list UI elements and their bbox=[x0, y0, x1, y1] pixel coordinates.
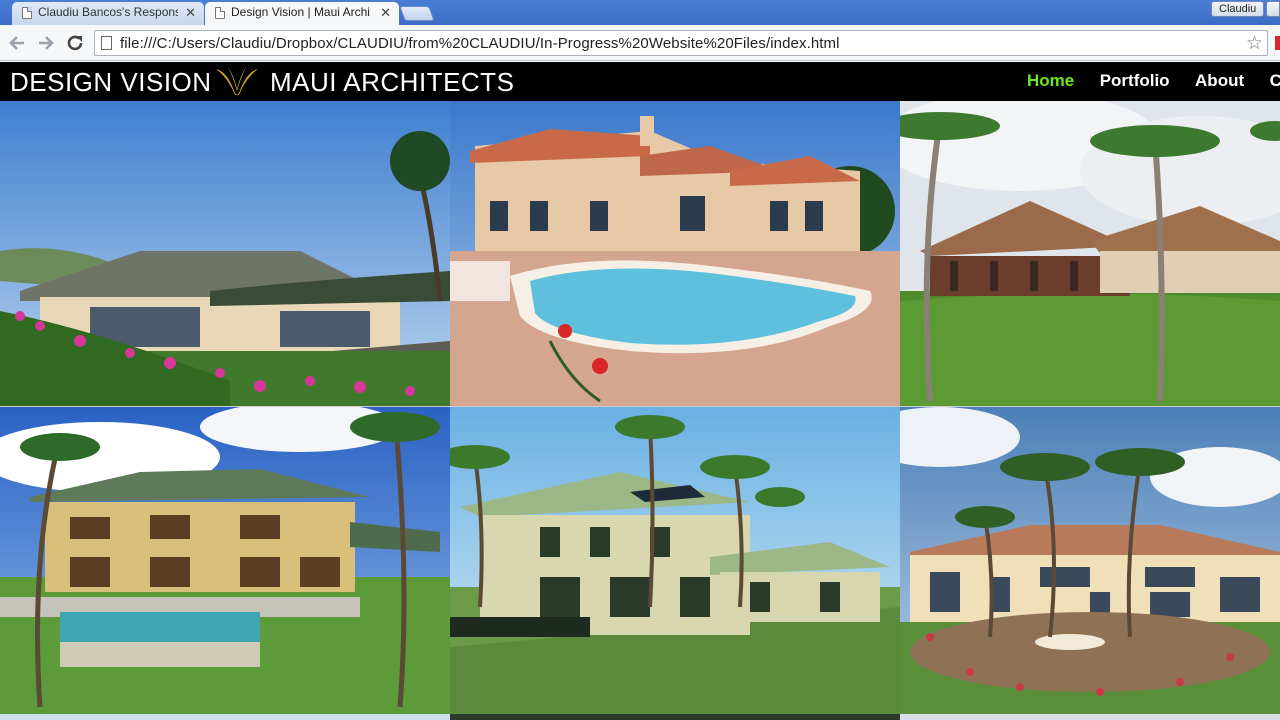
nav-home[interactable]: Home bbox=[1027, 71, 1074, 90]
tab-title: Claudiu Bancos's Responsi bbox=[38, 5, 178, 19]
main-nav: Home Portfolio About Co bbox=[1027, 71, 1280, 91]
browser-tab-1[interactable]: Claudiu Bancos's Responsi ✕ bbox=[12, 2, 204, 25]
back-arrow-icon[interactable] bbox=[6, 32, 28, 54]
nav-contact[interactable]: Co bbox=[1270, 71, 1280, 90]
nav-portfolio[interactable]: Portfolio bbox=[1100, 71, 1170, 90]
brand-name[interactable]: DESIGN VISION bbox=[10, 67, 212, 98]
gallery-photo-7[interactable] bbox=[0, 714, 450, 720]
portfolio-grid bbox=[0, 101, 1280, 720]
window-minimize-button[interactable] bbox=[1266, 1, 1280, 17]
gallery-photo-6[interactable] bbox=[900, 407, 1280, 714]
file-icon bbox=[101, 36, 112, 50]
browser-tab-strip: Claudiu Bancos's Responsi ✕ Design Visio… bbox=[0, 0, 1280, 25]
page-icon bbox=[215, 7, 225, 19]
close-icon[interactable]: ✕ bbox=[185, 2, 196, 23]
gallery-photo-2[interactable] bbox=[450, 101, 900, 406]
nav-about[interactable]: About bbox=[1195, 71, 1244, 90]
new-tab-button[interactable] bbox=[399, 6, 435, 21]
gallery-photo-5[interactable] bbox=[450, 407, 900, 714]
star-icon[interactable]: ☆ bbox=[1246, 32, 1263, 55]
page-icon bbox=[22, 7, 32, 19]
url-text[interactable]: file:///C:/Users/Claudiu/Dropbox/CLAUDIU… bbox=[120, 35, 840, 52]
browser-tab-2[interactable]: Design Vision | Maui Archi ✕ bbox=[205, 2, 399, 25]
gallery-photo-9[interactable] bbox=[900, 714, 1280, 720]
address-bar[interactable]: file:///C:/Users/Claudiu/Dropbox/CLAUDIU… bbox=[94, 30, 1268, 56]
extension-icon[interactable] bbox=[1275, 36, 1280, 50]
site-header: DESIGN VISION MAUI ARCHITECTS Home Portf… bbox=[0, 62, 1280, 101]
logo-icon[interactable] bbox=[214, 65, 260, 97]
close-icon[interactable]: ✕ bbox=[380, 2, 391, 23]
gallery-photo-4[interactable] bbox=[0, 407, 450, 714]
reload-icon[interactable] bbox=[64, 32, 86, 54]
gallery-photo-3[interactable] bbox=[900, 101, 1280, 406]
browser-toolbar: file:///C:/Users/Claudiu/Dropbox/CLAUDIU… bbox=[0, 25, 1280, 61]
tab-title: Design Vision | Maui Archi bbox=[231, 5, 370, 19]
forward-arrow-icon[interactable] bbox=[35, 32, 57, 54]
brand-tagline[interactable]: MAUI ARCHITECTS bbox=[270, 67, 514, 98]
gallery-photo-1[interactable] bbox=[0, 101, 450, 406]
profile-button[interactable]: Claudiu bbox=[1211, 1, 1265, 17]
gallery-photo-8[interactable] bbox=[450, 714, 900, 720]
